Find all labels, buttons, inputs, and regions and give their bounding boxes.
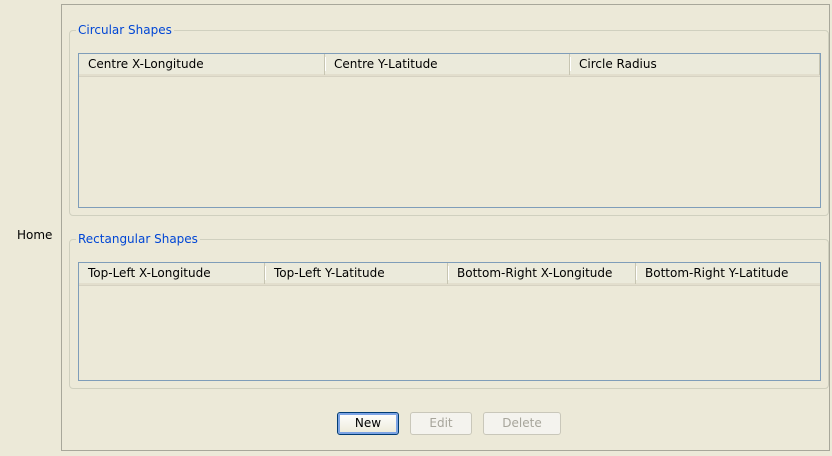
rectangular-shapes-table[interactable]: Top-Left X-Longitude Top-Left Y-Latitude… [78,262,821,381]
column-header-bottom-right-y[interactable]: Bottom-Right Y-Latitude [636,263,820,284]
circular-shapes-group: Circular Shapes Centre X-Longitude Centr… [69,22,829,216]
edit-button[interactable]: Edit [410,412,472,435]
column-header-top-left-y[interactable]: Top-Left Y-Latitude [265,263,449,284]
column-header-top-left-x[interactable]: Top-Left X-Longitude [79,263,266,284]
delete-button[interactable]: Delete [483,412,561,435]
action-buttons: New Edit Delete [0,412,832,436]
shapes-panel: Circular Shapes Centre X-Longitude Centr… [61,4,830,451]
home-label: Home [17,228,53,242]
circular-shapes-table[interactable]: Centre X-Longitude Centre Y-Latitude Cir… [78,53,821,208]
rectangular-shapes-group: Rectangular Shapes Top-Left X-Longitude … [69,231,829,389]
column-header-centre-x[interactable]: Centre X-Longitude [79,54,326,75]
rectangular-table-header: Top-Left X-Longitude Top-Left Y-Latitude… [79,263,820,286]
circular-table-header: Centre X-Longitude Centre Y-Latitude Cir… [79,54,820,77]
rectangular-shapes-title: Rectangular Shapes [76,231,200,247]
column-header-bottom-right-x[interactable]: Bottom-Right X-Longitude [448,263,637,284]
circular-shapes-title: Circular Shapes [76,22,174,38]
new-button[interactable]: New [337,412,399,435]
column-header-circle-radius[interactable]: Circle Radius [570,54,820,75]
column-header-centre-y[interactable]: Centre Y-Latitude [325,54,571,75]
